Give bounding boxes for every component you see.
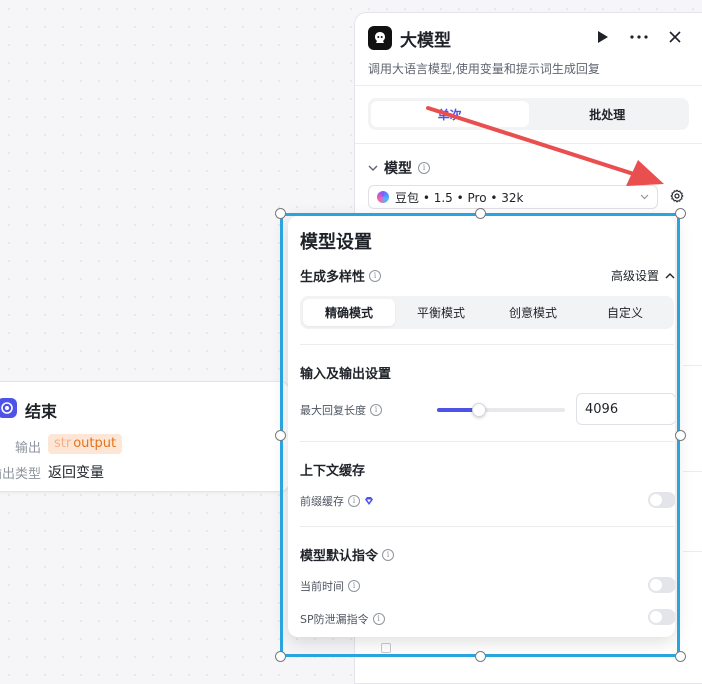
panel-title: 大模型	[400, 31, 451, 51]
execution-mode-tabs: 单次 批处理	[368, 98, 689, 130]
model-settings-popup: 模型设置 生成多样性 i 高级设置 精确模式 平衡模式 创意模式 自定义 输入及…	[288, 216, 675, 637]
max-reply-label: 最大回复长度 i	[300, 402, 382, 418]
popup-divider	[300, 344, 674, 345]
model-section-header[interactable]: 模型 i	[368, 158, 430, 178]
stop-icon	[0, 398, 17, 418]
panel-divider	[683, 551, 702, 552]
more-icon[interactable]	[630, 27, 648, 47]
close-icon[interactable]	[666, 27, 684, 47]
resize-handle[interactable]	[275, 651, 286, 662]
diversity-mode-tabs: 精确模式 平衡模式 创意模式 自定义	[300, 296, 674, 329]
tab-custom-mode[interactable]: 自定义	[579, 299, 671, 326]
output-type-value: 返回变量	[48, 465, 104, 481]
default-instructions-title-text: 模型默认指令	[300, 549, 379, 564]
output-tag-name: output	[73, 436, 117, 451]
run-icon[interactable]	[594, 27, 612, 47]
sp-leak-label-text: SP防泄漏指令	[300, 613, 369, 626]
chevron-down-icon	[368, 162, 378, 175]
popup-divider	[300, 526, 674, 527]
tab-precise-mode[interactable]: 精确模式	[303, 299, 395, 326]
info-icon: i	[382, 548, 395, 561]
end-node-card[interactable]: 结束 输出 str output 输出类型 返回变量	[0, 381, 290, 492]
io-settings-title: 输入及输出设置	[300, 367, 392, 382]
chevron-down-icon	[640, 192, 649, 203]
toggle-knob	[650, 494, 662, 506]
llm-node-icon	[368, 26, 392, 50]
context-cache-title: 上下文缓存	[300, 464, 366, 479]
prefix-cache-toggle[interactable]	[648, 492, 675, 508]
tab-single[interactable]: 单次	[371, 101, 529, 127]
diversity-label: 生成多样性 i	[300, 266, 382, 285]
prefix-cache-label: 前缀缓存 i	[300, 493, 374, 509]
resize-handle[interactable]	[275, 208, 286, 219]
info-icon: i	[348, 495, 360, 507]
panel-divider	[683, 365, 702, 366]
max-reply-slider[interactable]	[437, 403, 565, 417]
tab-batch[interactable]: 批处理	[529, 101, 687, 127]
max-reply-input[interactable]: 4096	[576, 393, 675, 425]
panel-divider	[355, 85, 702, 86]
model-select[interactable]: 豆包 • 1.5 • Pro • 32k	[368, 185, 658, 209]
slider-thumb[interactable]	[472, 403, 487, 417]
panel-divider	[355, 143, 702, 144]
model-section-label: 模型	[384, 161, 412, 177]
default-instructions-title: 模型默认指令 i	[300, 545, 395, 564]
resize-handle[interactable]	[475, 208, 486, 219]
output-label: 输出	[14, 441, 41, 456]
info-icon: i	[372, 613, 385, 625]
sp-leak-label: SP防泄漏指令 i	[300, 611, 385, 627]
advanced-settings-label: 高级设置	[610, 269, 659, 283]
sp-leak-toggle[interactable]	[648, 609, 675, 625]
premium-diamond-icon	[365, 497, 373, 505]
info-icon: i	[369, 269, 382, 282]
info-icon: i	[348, 580, 360, 592]
drag-handle-icon	[381, 643, 391, 653]
output-tag-type: str	[54, 436, 72, 451]
popup-title: 模型设置	[300, 232, 372, 253]
info-icon: i	[418, 162, 430, 174]
resize-handle[interactable]	[275, 430, 286, 441]
current-time-toggle[interactable]	[648, 577, 675, 593]
gear-icon[interactable]	[669, 188, 685, 204]
resize-handle[interactable]	[475, 651, 486, 662]
end-node-title: 结束	[25, 402, 58, 421]
tab-creative-mode[interactable]: 创意模式	[487, 299, 579, 326]
model-select-value: 豆包 • 1.5 • Pro • 32k	[395, 190, 524, 205]
diversity-label-text: 生成多样性	[300, 270, 366, 285]
tab-balanced-mode[interactable]: 平衡模式	[395, 299, 487, 326]
current-time-label: 当前时间 i	[300, 578, 360, 594]
max-reply-label-text: 最大回复长度	[300, 404, 366, 417]
panel-divider	[683, 471, 702, 472]
advanced-settings-toggle[interactable]: 高级设置	[611, 267, 675, 284]
output-type-label: 输出类型	[0, 467, 41, 482]
toggle-knob	[650, 579, 662, 591]
info-icon: i	[370, 404, 382, 416]
toggle-knob	[650, 611, 662, 623]
prefix-cache-label-text: 前缀缓存	[300, 495, 344, 508]
resize-handle[interactable]	[675, 208, 686, 219]
resize-handle[interactable]	[675, 430, 686, 441]
chevron-up-icon	[665, 273, 675, 279]
doubao-logo-icon	[377, 191, 389, 203]
popup-divider	[300, 441, 674, 442]
resize-handle[interactable]	[675, 651, 686, 662]
output-variable-tag: str output	[48, 434, 123, 454]
panel-description: 调用大语言模型,使用变量和提示词生成回复	[368, 62, 600, 76]
current-time-label-text: 当前时间	[300, 580, 344, 593]
